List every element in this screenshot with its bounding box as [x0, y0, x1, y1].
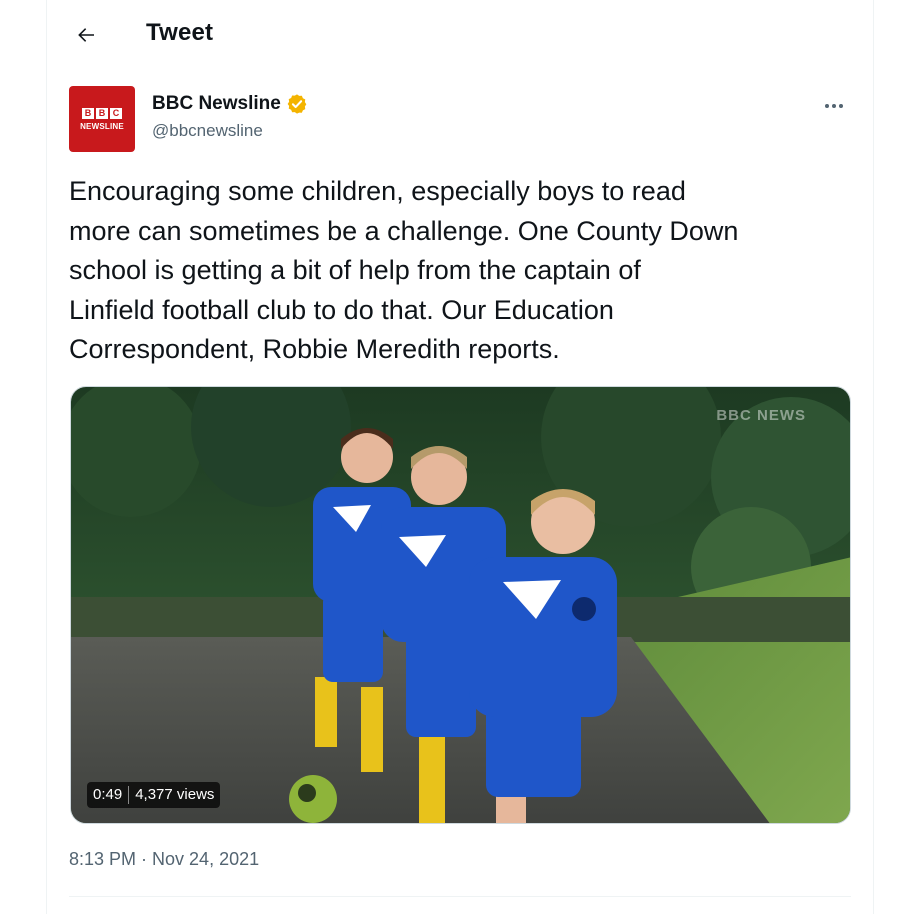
- video-views: 4,377 views: [135, 786, 215, 803]
- tweet-video[interactable]: BBC NEWS 0:49 4,377 views: [70, 386, 851, 824]
- author-display-name[interactable]: BBC Newsline: [152, 93, 281, 115]
- author-name-row[interactable]: BBC Newsline: [152, 93, 308, 115]
- verified-badge-icon: [287, 94, 307, 114]
- avatar[interactable]: B B C NEWSLINE: [69, 86, 135, 152]
- tweet-detail-column: Tweet B B C NEWSLINE BBC Newsline @bbcne…: [46, 0, 874, 914]
- video-stats-badge: 0:49 4,377 views: [87, 782, 221, 808]
- bbc-logo: B B C: [82, 107, 122, 119]
- page-header: Tweet: [47, 0, 873, 70]
- tweet-text: Encouraging some children, especially bo…: [69, 176, 739, 364]
- author-handle[interactable]: @bbcnewsline: [152, 121, 263, 141]
- arrow-left-icon: [78, 28, 94, 42]
- tweet-author: B B C NEWSLINE BBC Newsline @bbcnewsline: [69, 86, 873, 156]
- divider: [69, 896, 851, 897]
- avatar-logo-word: NEWSLINE: [80, 121, 124, 131]
- more-horizontal-icon: [825, 104, 829, 108]
- page-title: Tweet: [146, 19, 214, 46]
- tweet-timestamp[interactable]: 8:13 PM · Nov 24, 2021: [69, 849, 259, 870]
- more-options-button[interactable]: [819, 94, 849, 118]
- back-button[interactable]: [69, 18, 103, 52]
- video-duration: 0:49: [93, 786, 123, 803]
- video-thumbnail: [71, 387, 850, 823]
- channel-watermark: BBC NEWS: [716, 407, 806, 424]
